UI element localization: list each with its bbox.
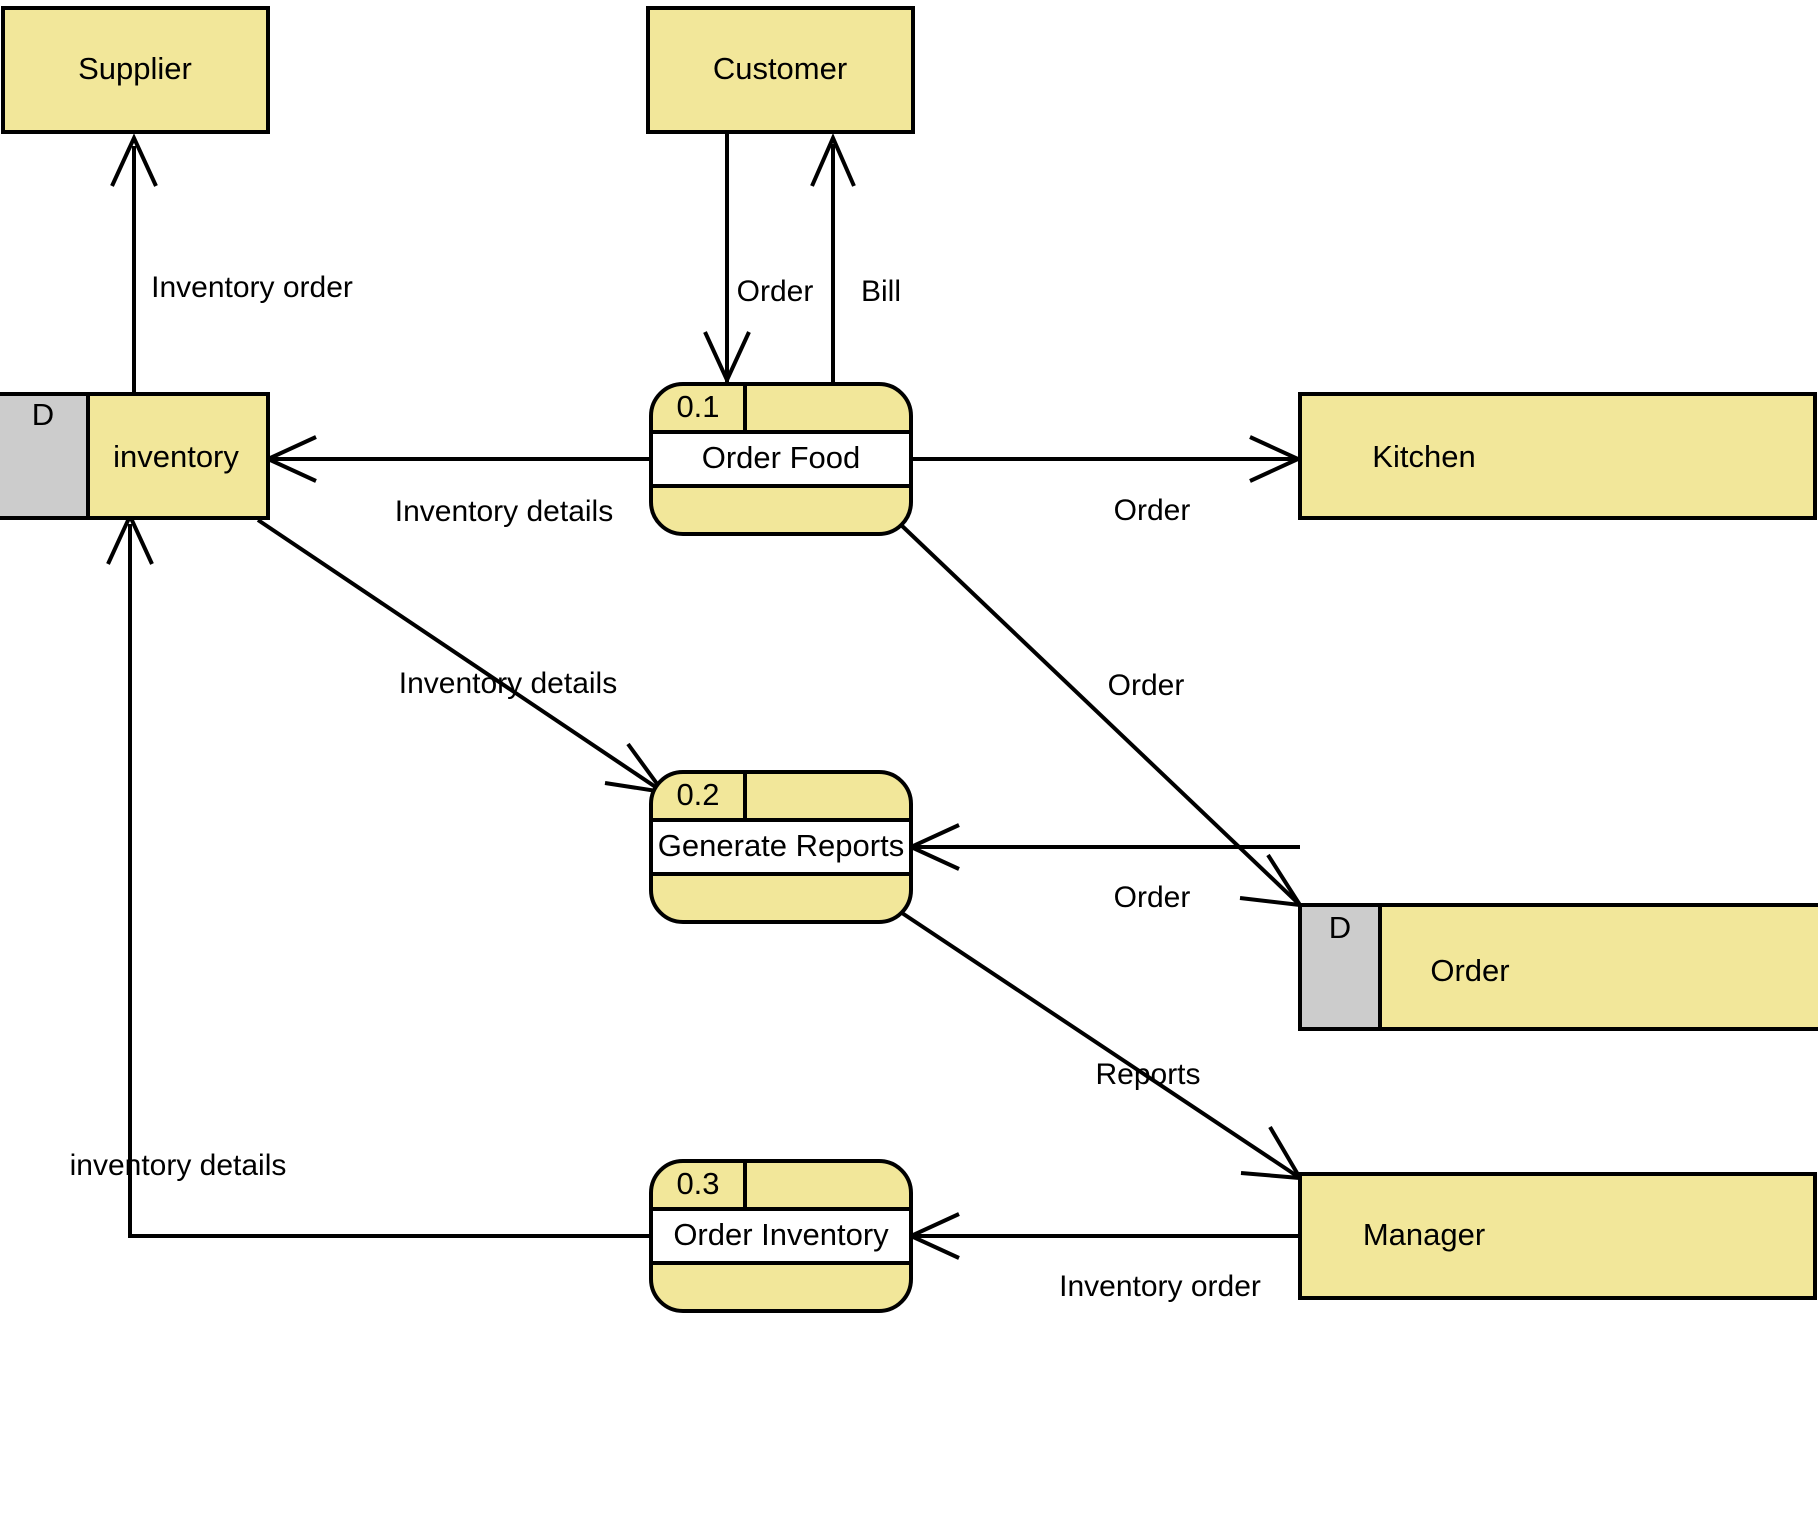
- data-store-order[interactable]: D Order: [1298, 903, 1818, 1031]
- flow-inventory-details-3: [106, 511, 651, 1238]
- flow-label-reports-manager: Reports: [1095, 1058, 1200, 1091]
- flow-order-kitchen: [911, 435, 1303, 483]
- flow-label-inventory-details-3: inventory details: [70, 1149, 287, 1182]
- process-order-food[interactable]: 0.1 Order Food: [649, 382, 913, 536]
- flow-line: [897, 909, 1302, 1180]
- data-store-inventory[interactable]: D inventory: [0, 392, 270, 520]
- process-label: Order Inventory: [673, 1217, 889, 1252]
- process-order-inventory[interactable]: 0.3 Order Inventory: [649, 1159, 913, 1313]
- flow-label-inventory-details-2: Inventory details: [399, 667, 617, 700]
- flow-label-customer-order: Order: [737, 275, 814, 308]
- entity-label: Kitchen: [1372, 439, 1475, 474]
- flow-inventory-details-1: [263, 435, 651, 483]
- flow-label-order-store: Order: [1108, 669, 1185, 702]
- flow-label-inventory-order-supplier: Inventory order: [151, 271, 353, 304]
- flow-reports-manager: [897, 909, 1304, 1181]
- flow-line: [256, 518, 665, 794]
- flow-line: [128, 524, 651, 1238]
- flow-label-order-kitchen: Order: [1114, 494, 1191, 527]
- process-generate-reports[interactable]: 0.2 Generate Reports: [649, 770, 913, 924]
- flow-inventory-order-manager: [906, 1212, 1300, 1260]
- external-entity-customer[interactable]: Customer: [646, 6, 915, 134]
- flow-label-inventory-order-manager: Inventory order: [1059, 1270, 1261, 1303]
- entity-label: Manager: [1363, 1217, 1485, 1252]
- process-number: 0.1: [676, 389, 719, 424]
- flow-inventory-order-supplier: [110, 133, 158, 396]
- entity-label: Supplier: [78, 51, 192, 86]
- flow-inventory-details-2: [256, 518, 668, 795]
- flow-bill: [810, 133, 856, 386]
- store-marker-label: D: [1329, 910, 1351, 945]
- process-label: Order Food: [702, 440, 861, 475]
- entity-label: Customer: [713, 51, 847, 86]
- flow-label-bill: Bill: [861, 275, 901, 308]
- flow-label-order-reports: Order: [1114, 881, 1191, 914]
- external-entity-manager[interactable]: Manager: [1298, 1172, 1817, 1300]
- store-label: inventory: [113, 439, 239, 474]
- process-number: 0.3: [676, 1166, 719, 1201]
- process-label: Generate Reports: [658, 828, 904, 863]
- dfd-svg: Supplier Customer Kitchen Manager D inve…: [0, 6, 1818, 1313]
- external-entity-supplier[interactable]: Supplier: [1, 6, 270, 134]
- diagram-canvas: Supplier Customer Kitchen Manager D inve…: [0, 0, 1818, 1533]
- flow-order-reports: [906, 823, 1300, 871]
- process-number: 0.2: [676, 777, 719, 812]
- external-entity-kitchen[interactable]: Kitchen: [1298, 392, 1817, 520]
- store-marker-label: D: [32, 397, 54, 432]
- store-label: Order: [1430, 953, 1509, 988]
- flow-customer-order: [703, 134, 751, 385]
- flow-label-inventory-details-1: Inventory details: [395, 495, 613, 528]
